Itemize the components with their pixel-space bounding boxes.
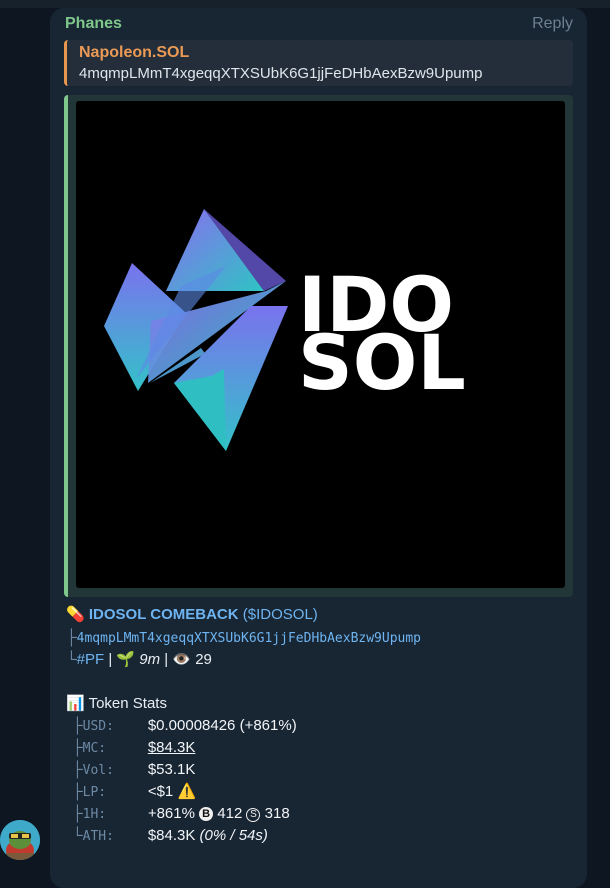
stat-row-usd: ├USD: $0.00008426 (+861%) [72, 715, 297, 737]
warning-icon: ⚠️ [177, 783, 197, 800]
stat-label: USD: [82, 719, 114, 734]
stat-row-mc: ├MC: $84.3K [72, 737, 195, 759]
tree-branch: └ [72, 827, 83, 844]
eye-icon: 👁️ [172, 651, 192, 668]
1h-change: +861% [147, 805, 195, 822]
stat-label: MC: [82, 741, 107, 756]
ath-detail: (0% / 54s) [199, 827, 268, 844]
stat-label: LP: [82, 785, 107, 800]
hashtag-link[interactable]: #PF [77, 651, 105, 668]
sender-avatar[interactable] [0, 820, 40, 860]
market-cap-link[interactable]: $84.3K [148, 739, 196, 756]
pill-icon: 💊 [66, 606, 85, 623]
tree-branch: └ [66, 651, 77, 668]
volume-value: $53.1K [147, 761, 196, 778]
idosol-logo: IDO SOL [104, 209, 466, 451]
ath-value: $84.3K [147, 827, 196, 844]
stat-label: Vol: [82, 763, 114, 778]
reply-button[interactable]: Reply [532, 15, 573, 33]
token-title-line: 💊 IDOSOL COMEBACK ($IDOSOL) [66, 604, 318, 625]
sender-name[interactable]: Phanes [65, 15, 122, 33]
frog-avatar-icon [0, 820, 40, 860]
token-address[interactable]: 4mqmpLMmT4xgeqqXTXSUbK6G1jjFeDHbAexBzw9U… [77, 631, 421, 646]
stat-label: ATH: [82, 829, 114, 844]
token-ticker-link[interactable]: ($IDOSOL) [243, 606, 318, 623]
stat-label: 1H: [82, 807, 107, 822]
tree-branch: ├ [72, 717, 83, 734]
separator: | [164, 651, 169, 668]
usd-change: (+861%) [239, 717, 297, 734]
stat-row-1h: ├1H: +861% B 412 S 318 [72, 803, 290, 825]
quote-author: Napoleon.SOL [79, 44, 190, 61]
stat-row-ath: └ATH: $84.3K (0% / 54s) [72, 825, 268, 847]
tree-branch: ├ [72, 805, 83, 822]
lp-value: <$1 [147, 783, 174, 800]
sells-icon: S [246, 808, 261, 822]
token-age: 9m [139, 651, 161, 668]
stats-title: Token Stats [88, 695, 167, 712]
stats-heading: 📊 Token Stats [66, 693, 167, 714]
stat-row-vol: ├Vol: $53.1K [72, 759, 195, 781]
token-name-link[interactable]: IDOSOL COMEBACK [89, 606, 239, 623]
sells-count: 318 [264, 805, 290, 822]
media-preview[interactable]: IDO SOL [64, 95, 573, 597]
tree-branch: ├ [72, 739, 83, 756]
tree-branch: ├ [66, 629, 77, 646]
quoted-message[interactable]: Napoleon.SOL 4mqmpLMmT4xgeqqXTXSUbK6G1jj… [64, 40, 573, 86]
chart-icon: 📊 [66, 695, 85, 712]
buys-icon: B [199, 807, 214, 821]
token-logo-image[interactable]: IDO SOL [76, 101, 565, 588]
tree-branch: ├ [72, 783, 83, 800]
usd-price: $0.00008426 [147, 717, 236, 734]
token-meta-line: └#PF | 🌱 9m | 👁️ 29 [66, 649, 212, 670]
logo-text-line2: SOL [298, 318, 466, 407]
token-address-line: ├4mqmpLMmT4xgeqqXTXSUbK6G1jjFeDHbAexBzw9… [66, 627, 421, 649]
stat-row-lp: ├LP: <$1 ⚠️ [72, 781, 196, 803]
quote-text: 4mqmpLMmT4xgeqqXTXSUbK6G1jjFeDHbAexBzw9U… [79, 65, 483, 82]
top-bar [0, 0, 610, 8]
separator: | [108, 651, 113, 668]
seedling-icon: 🌱 [116, 651, 136, 668]
buys-count: 412 [217, 805, 243, 822]
views-count: 29 [195, 651, 212, 668]
tree-branch: ├ [72, 761, 83, 778]
